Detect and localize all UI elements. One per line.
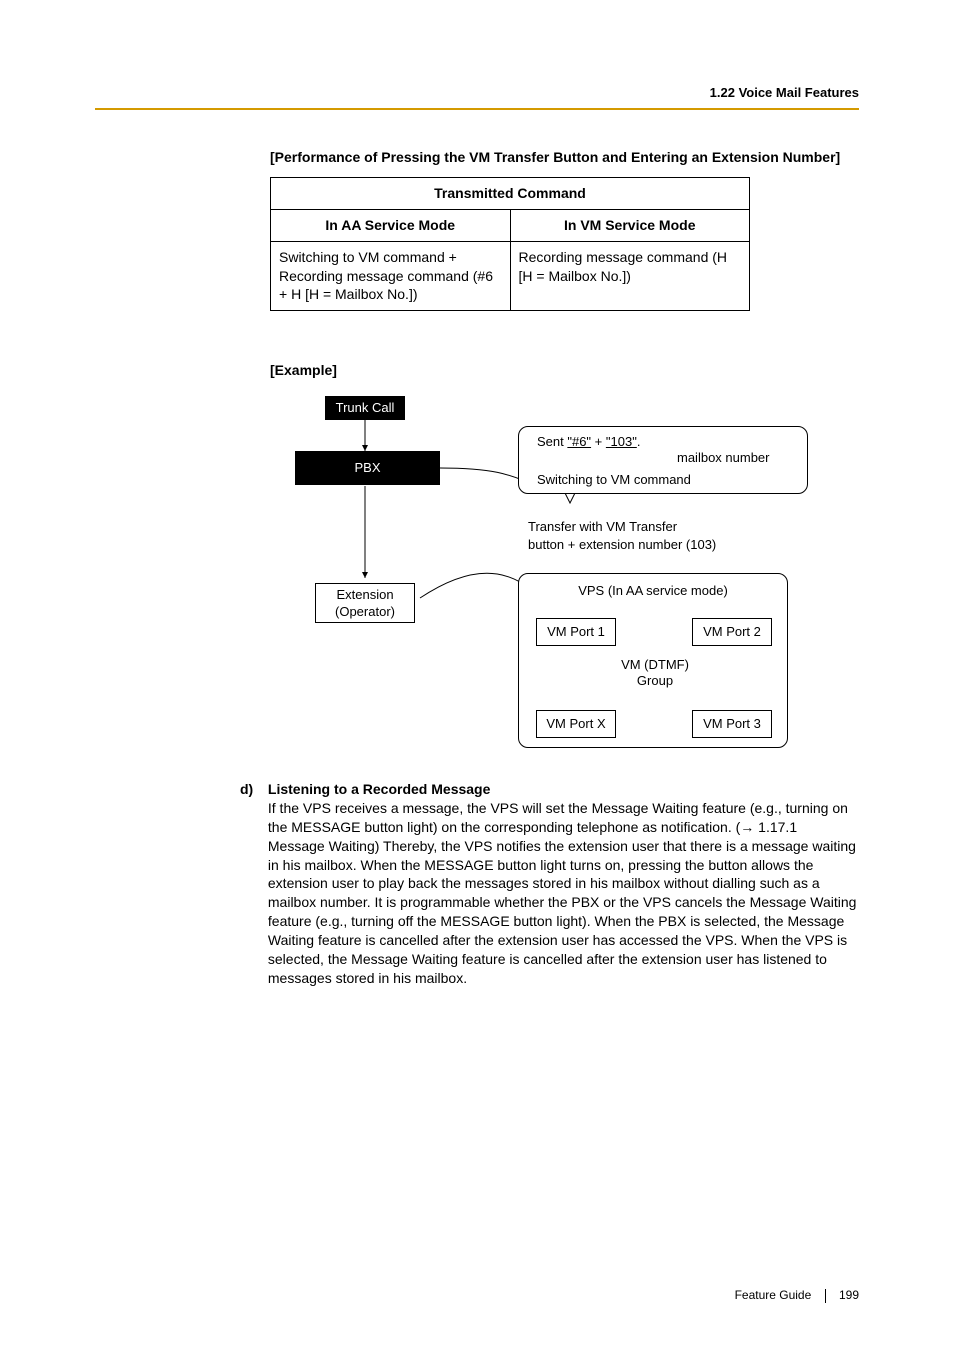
performance-heading: [Performance of Pressing the VM Transfer… [270,148,859,167]
example-title: [Example] [270,361,859,380]
sent-code: "#6" [567,434,591,449]
footer-separator [825,1289,826,1303]
table-header-row-2: In AA Service Mode In VM Service Mode [271,209,750,241]
vm-port-x: VM Port X [536,710,616,738]
vm-port-2: VM Port 2 [692,618,772,646]
footer-page: 199 [839,1288,859,1302]
section-d-marker: d) [240,780,264,799]
header-rule [95,108,859,110]
table-span-header: Transmitted Command [271,177,750,209]
pbx-box: PBX [295,451,440,485]
footer: Feature Guide 199 [735,1288,859,1303]
vm-group-label: Group [618,672,692,690]
cell-aa: Switching to VM command + Recording mess… [271,241,511,311]
operator-label: (Operator) [335,603,395,621]
mailbox-number-label: mailbox number [677,449,770,467]
footer-guide: Feature Guide [735,1288,812,1302]
transmitted-command-table: Transmitted Command In AA Service Mode I… [270,177,750,311]
diagram: Trunk Call PBX Extension (Operator) Sent… [270,388,830,768]
section-d: d) Listening to a Recorded Message If th… [240,780,859,988]
sent-prefix: Sent [537,434,567,449]
sent-plus: + [591,434,606,449]
transfer-line2: button + extension number (103) [528,536,716,554]
col-vm-header: In VM Service Mode [510,209,750,241]
switching-cmd-label: Switching to VM command [537,471,691,489]
header-section-title: 1.22 Voice Mail Features [710,85,859,100]
section-d-body: Listening to a Recorded Message If the V… [268,780,857,988]
table-body-row: Switching to VM command + Recording mess… [271,241,750,311]
page: 1.22 Voice Mail Features [Performance of… [0,0,954,1351]
content-column: [Performance of Pressing the VM Transfer… [270,148,859,768]
section-d-title: Listening to a Recorded Message [268,781,491,797]
transfer-line1: Transfer with VM Transfer [528,518,677,536]
vps-title: VPS (In AA service mode) [519,582,787,600]
sent-dot: . [637,434,641,449]
extension-label: Extension [336,586,393,604]
vm-dtmf-label: VM (DTMF) [618,656,692,674]
section-d-text-2: 1.17.1 Message Waiting) Thereby, the VPS… [268,819,857,986]
cell-vm: Recording message command (H [H = Mailbo… [510,241,750,311]
trunk-call-box: Trunk Call [325,396,405,420]
col-aa-header: In AA Service Mode [271,209,511,241]
extension-box: Extension (Operator) [315,583,415,623]
vm-port-1: VM Port 1 [536,618,616,646]
sent-bubble: Sent "#6" + "103". mailbox number Switch… [518,426,808,494]
table-header-row-1: Transmitted Command [271,177,750,209]
sent-line: Sent "#6" + "103". [537,433,640,451]
vm-port-3: VM Port 3 [692,710,772,738]
sent-mbox: "103" [606,434,637,449]
right-arrow-icon: → [740,819,754,835]
